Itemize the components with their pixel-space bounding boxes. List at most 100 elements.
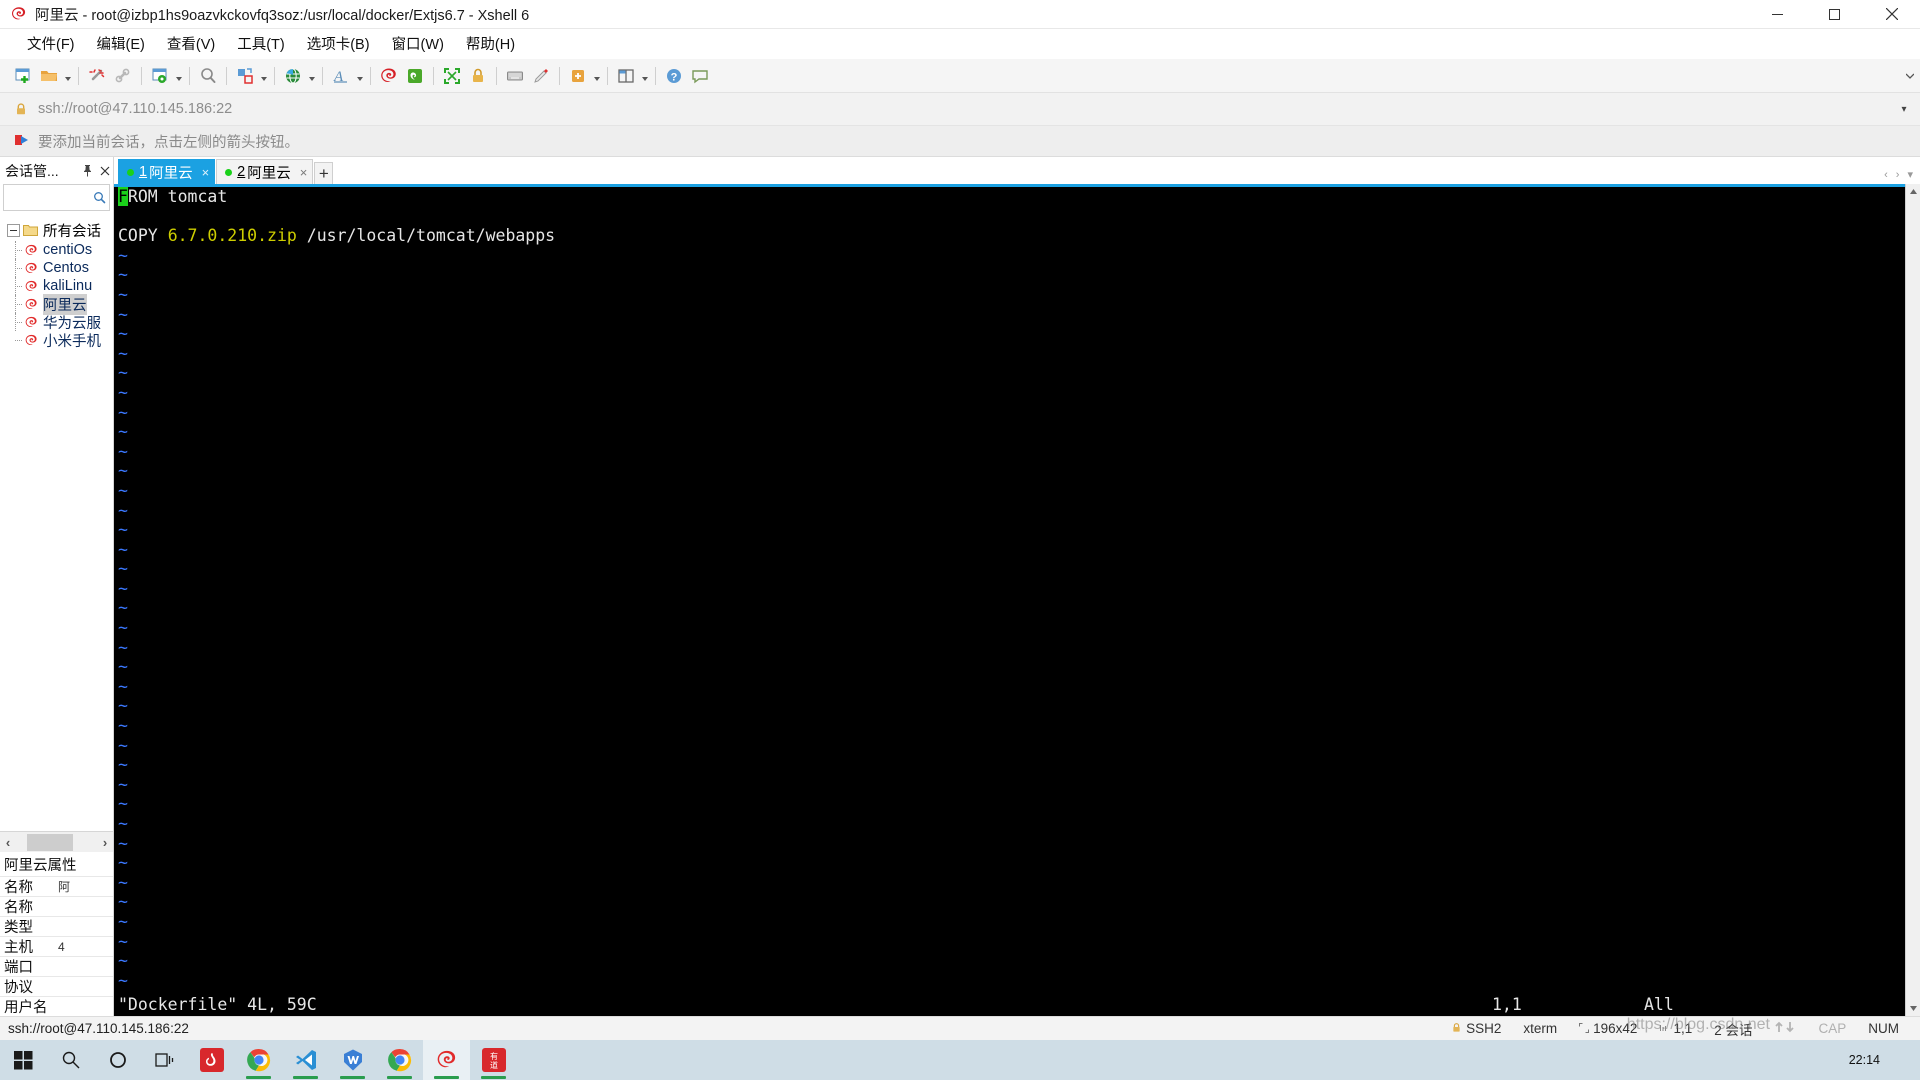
pin-icon[interactable] — [79, 161, 96, 181]
chrome-2-button[interactable] — [376, 1040, 423, 1080]
xshell-icon[interactable] — [376, 63, 402, 89]
address-bar[interactable]: ssh://root@47.110.145.186:22 ▾ — [0, 93, 1920, 126]
tab-aliyun-1[interactable]: 1 阿里云 × — [118, 159, 216, 184]
web-dropdown-icon[interactable] — [306, 63, 317, 89]
scrollbar-track[interactable] — [1905, 199, 1920, 1001]
web-icon[interactable] — [280, 63, 306, 89]
tab-close-icon[interactable]: × — [202, 165, 210, 180]
property-key: 名称 — [4, 900, 33, 916]
chevron-down-icon[interactable]: ▾ — [1896, 104, 1912, 115]
add-tab-icon[interactable] — [565, 63, 591, 89]
xshell-window: 阿里云 - root@izbp1hs9oazvkckovfq3soz:/usr/… — [0, 0, 1920, 1080]
font-dropdown-icon[interactable] — [354, 63, 365, 89]
session-item-aliyun[interactable]: 阿里云 — [0, 293, 113, 315]
scrollbar-thumb[interactable] — [27, 833, 73, 851]
xftp-icon[interactable] — [402, 63, 428, 89]
cortana-button[interactable] — [94, 1040, 141, 1080]
youdao-button[interactable]: 有 道 — [470, 1040, 517, 1080]
session-item-kalilinux[interactable]: kaliLinu — [0, 277, 113, 295]
tab-strip: 1 阿里云 × 2 阿里云 × + ‹ › ▾ — [114, 157, 1920, 184]
menu-tools[interactable]: 工具(T) — [226, 30, 296, 57]
scrollbar-track[interactable] — [16, 832, 97, 853]
session-properties-icon[interactable] — [147, 63, 173, 89]
terminal-empty-line-marker: ~ — [118, 735, 128, 755]
add-tab-dropdown-icon[interactable] — [591, 63, 602, 89]
menu-tabs[interactable]: 选项卡(B) — [296, 30, 381, 57]
session-properties-dropdown-icon[interactable] — [173, 63, 184, 89]
session-item-huaweiyun[interactable]: 华为云服 — [0, 313, 113, 332]
layout-dropdown-icon[interactable] — [639, 63, 650, 89]
scroll-left-button[interactable]: ‹ — [0, 835, 16, 850]
session-item-centios[interactable]: centiOs — [0, 241, 113, 259]
vim-scroll-position: All — [1644, 995, 1674, 1015]
wps-button[interactable] — [329, 1040, 376, 1080]
tab-scroll-right-icon[interactable]: › — [1893, 169, 1903, 181]
terminal-empty-line-marker: ~ — [118, 539, 128, 559]
xshell-button[interactable] — [423, 1040, 470, 1080]
new-tab-button[interactable]: + — [314, 162, 334, 184]
menu-view[interactable]: 查看(V) — [156, 30, 226, 57]
menu-help[interactable]: 帮助(H) — [455, 30, 526, 57]
taskbar-clock[interactable]: 22:14 — [1849, 1040, 1880, 1080]
tab-list-menu-icon[interactable]: ▾ — [1904, 168, 1916, 181]
show-desktop-button[interactable] — [1912, 1040, 1920, 1080]
xshell-icon — [10, 5, 28, 23]
terminal-screen[interactable]: FROM tomcat COPY 6.7.0.210.zip /usr/loca… — [114, 184, 1905, 1016]
toolbar-divider — [78, 66, 79, 85]
session-item-xiaomi[interactable]: 小米手机 — [0, 331, 113, 350]
address-input[interactable]: ssh://root@47.110.145.186:22 — [38, 101, 1896, 117]
maximize-button[interactable] — [1806, 0, 1863, 29]
transfer-icon[interactable] — [232, 63, 258, 89]
toolbar-overflow-icon[interactable] — [1905, 67, 1915, 84]
session-tree[interactable]: 所有会话 centiOs Centos kaliLinu 阿里云 华为云服 小米… — [0, 214, 113, 831]
start-button[interactable] — [0, 1040, 47, 1080]
lock-icon[interactable] — [465, 63, 491, 89]
terminal-empty-line-marker: ~ — [118, 951, 128, 971]
minimize-button[interactable] — [1749, 0, 1806, 29]
transfer-dropdown-icon[interactable] — [258, 63, 269, 89]
chrome-button[interactable] — [235, 1040, 282, 1080]
help-icon[interactable]: ? — [661, 63, 687, 89]
scroll-up-icon[interactable] — [1906, 184, 1920, 199]
find-icon[interactable] — [195, 63, 221, 89]
menu-window[interactable]: 窗口(W) — [381, 30, 455, 57]
open-folder-icon[interactable] — [36, 63, 62, 89]
close-button[interactable] — [1863, 0, 1920, 29]
terminal-empty-line-marker: ~ — [118, 637, 128, 657]
tab-close-icon[interactable]: × — [300, 165, 308, 180]
collapse-icon[interactable] — [7, 223, 20, 237]
connection-status-dot — [225, 168, 233, 176]
task-view-button[interactable] — [141, 1040, 188, 1080]
link-icon[interactable] — [110, 63, 136, 89]
terminal-empty-line-marker: ~ — [118, 480, 128, 500]
toolbar-divider — [607, 66, 608, 85]
scroll-right-button[interactable]: › — [97, 835, 113, 850]
disconnect-icon[interactable] — [84, 63, 110, 89]
tab-aliyun-2[interactable]: 2 阿里云 × — [216, 159, 314, 184]
scroll-down-icon[interactable] — [1906, 1001, 1920, 1016]
session-item-centos[interactable]: Centos — [0, 259, 113, 277]
terminal-vscrollbar[interactable] — [1905, 184, 1920, 1016]
session-tree-root[interactable]: 所有会话 — [0, 219, 113, 241]
open-folder-dropdown-icon[interactable] — [62, 63, 73, 89]
search-button[interactable] — [47, 1040, 94, 1080]
terminal-cursor: F — [118, 187, 128, 206]
menu-edit[interactable]: 编辑(E) — [86, 30, 156, 57]
session-tree-hscrollbar[interactable]: ‹ › — [0, 831, 113, 852]
layout-icon[interactable] — [613, 63, 639, 89]
session-search-box[interactable] — [3, 184, 110, 211]
compose-icon[interactable] — [528, 63, 554, 89]
tab-scroll-left-icon[interactable]: ‹ — [1881, 169, 1891, 181]
vscode-button[interactable] — [282, 1040, 329, 1080]
netease-music-button[interactable] — [188, 1040, 235, 1080]
menu-file[interactable]: 文件(F) — [16, 30, 86, 57]
keyboard-icon[interactable] — [502, 63, 528, 89]
feedback-icon[interactable] — [687, 63, 713, 89]
new-session-icon[interactable] — [10, 63, 36, 89]
search-icon[interactable] — [89, 191, 109, 204]
terminal-empty-line-marker: ~ — [118, 245, 128, 265]
fullscreen-icon[interactable] — [439, 63, 465, 89]
close-icon[interactable] — [96, 161, 113, 181]
session-search-input[interactable] — [4, 186, 89, 209]
font-icon[interactable]: A — [328, 63, 354, 89]
